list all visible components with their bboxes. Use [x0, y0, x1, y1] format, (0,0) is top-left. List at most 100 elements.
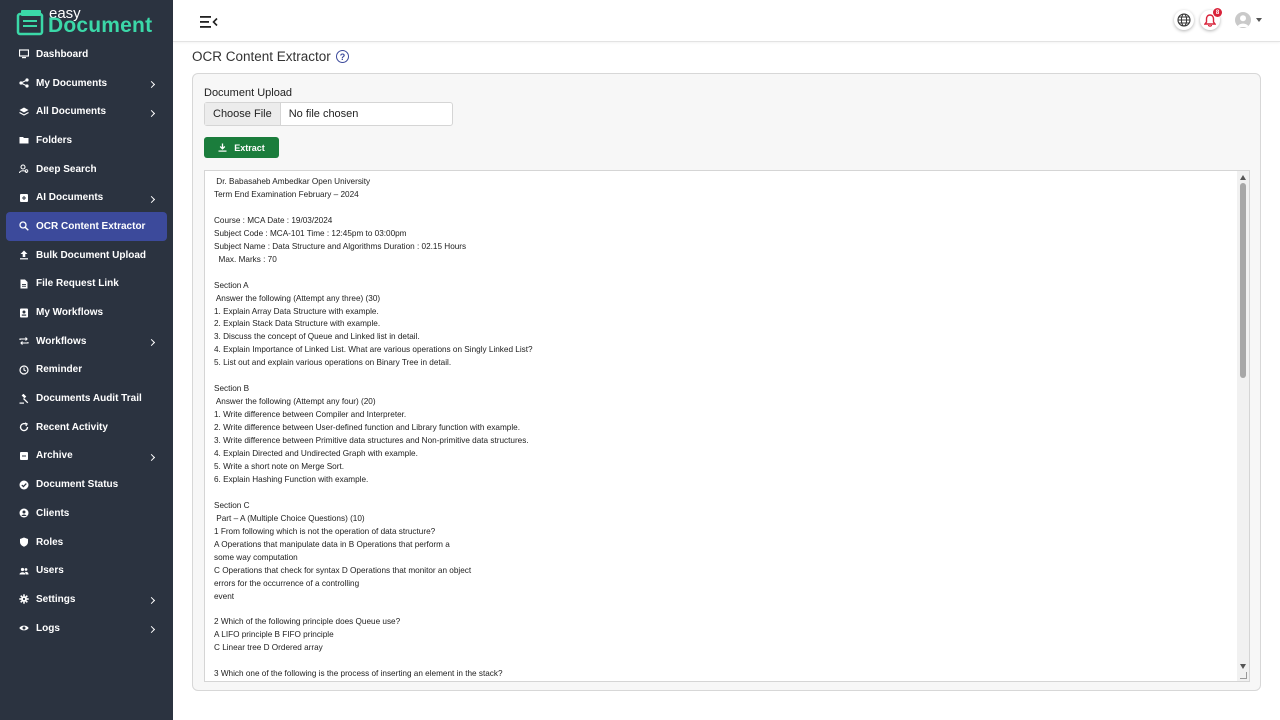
- text-line: C Operations that check for syntax D Ope…: [214, 565, 472, 575]
- chevron-right-icon: [147, 597, 156, 605]
- text-line: 3 Which one of the following is the proc…: [214, 669, 503, 679]
- text-line: 4. Explain Directed and Undirected Graph…: [214, 449, 418, 459]
- chevron-right-icon: [147, 453, 156, 462]
- extract-button-label: Extract: [234, 142, 265, 153]
- sidebar-item-label: Users: [36, 565, 64, 577]
- sidebar-item-ocr-content-extractor[interactable]: OCR Content Extractor: [6, 212, 167, 241]
- app-logo[interactable]: easy Document: [16, 5, 166, 38]
- gavel-icon: [19, 393, 29, 404]
- check-circle-icon: [19, 480, 29, 490]
- sidebar-item-recent-activity[interactable]: Recent Activity: [0, 413, 173, 442]
- caret-down-icon[interactable]: [1256, 18, 1262, 22]
- person-search-icon: [19, 164, 29, 174]
- sidebar-item-settings[interactable]: Settings: [0, 585, 173, 614]
- user-avatar-icon[interactable]: [1235, 12, 1251, 28]
- text-line: 3. Discuss the concept of Queue and Link…: [214, 332, 420, 342]
- sidebar-item-label: Bulk Document Upload: [36, 249, 147, 261]
- text-line: [214, 267, 1224, 280]
- text-line: 2 Which of the following principle does …: [214, 617, 401, 627]
- text-line: A LIFO principle B FIFO principle: [214, 630, 334, 640]
- upload-icon: [19, 250, 29, 260]
- scroll-up-arrow[interactable]: [1240, 175, 1246, 180]
- sidebar-item-label: Logs: [36, 622, 60, 634]
- sidebar-item-ai-documents[interactable]: AI Documents: [0, 183, 173, 212]
- text-line: Subject Code : MCA-101 Time : 12:45pm to…: [214, 228, 407, 238]
- text-line: Dr. Babasaheb Ambedkar Open University: [214, 177, 371, 186]
- sidebar-item-roles[interactable]: Roles: [0, 528, 173, 557]
- chevron-right-icon: [147, 195, 156, 203]
- workflow-icon: [19, 308, 29, 318]
- text-line: 5. List out and explain various operatio…: [214, 358, 452, 368]
- language-button[interactable]: [1174, 10, 1194, 30]
- clock-icon: [19, 365, 29, 375]
- vertical-scrollbar[interactable]: [1237, 171, 1249, 681]
- scroll-thumb[interactable]: [1240, 183, 1246, 378]
- eye-icon: [19, 623, 29, 633]
- resize-handle[interactable]: [1240, 672, 1247, 679]
- text-line: Subject Name : Data Structure and Algori…: [214, 241, 467, 251]
- sidebar-item-my-workflows[interactable]: My Workflows: [0, 298, 173, 327]
- text-line: event: [214, 591, 235, 601]
- sidebar-item-workflows[interactable]: Workflows: [0, 327, 173, 356]
- choose-file-button[interactable]: Choose File: [205, 103, 281, 125]
- chevron-right-icon: [147, 626, 156, 634]
- question-circle-icon[interactable]: ?: [336, 50, 349, 63]
- search-icon: [19, 221, 29, 232]
- sidebar-item-dashboard[interactable]: Dashboard: [0, 40, 173, 69]
- text-line: Answer the following (Attempt any three)…: [214, 293, 381, 303]
- sidebar-item-document-status[interactable]: Document Status: [0, 470, 173, 499]
- file-status-text: No file chosen: [288, 108, 359, 120]
- scroll-down-arrow[interactable]: [1240, 664, 1246, 669]
- globe-icon: [1177, 13, 1191, 27]
- sidebar-item-bulk-document-upload[interactable]: Bulk Document Upload: [0, 241, 173, 270]
- sidebar-item-documents-audit-trail[interactable]: Documents Audit Trail: [0, 384, 173, 413]
- extracted-text-area[interactable]: Dr. Babasaheb Ambedkar Open University Te…: [204, 170, 1250, 682]
- sidebar-menu: Dashboard My Documents All Documents Fol…: [0, 40, 173, 642]
- text-line: C Linear tree D Ordered array: [214, 643, 323, 653]
- share-icon: [19, 78, 29, 88]
- sidebar-item-folders[interactable]: Folders: [0, 126, 173, 155]
- file-upload-input[interactable]: Choose File No file chosen: [204, 102, 453, 126]
- ocr-form-card: Document Upload Choose File No file chos…: [192, 73, 1261, 691]
- sidebar-item-label: OCR Content Extractor: [36, 220, 146, 232]
- sidebar-item-label: Dashboard: [36, 48, 89, 60]
- text-line: some way computation: [214, 552, 298, 562]
- user-circle-icon: [19, 508, 29, 518]
- extract-button[interactable]: Extract: [204, 137, 279, 158]
- extracted-text: Dr. Babasaheb Ambedkar Open University Te…: [214, 176, 1224, 681]
- sidebar-item-users[interactable]: Users: [0, 556, 173, 585]
- logo-icon: [16, 10, 44, 36]
- sidebar-item-logs[interactable]: Logs: [0, 614, 173, 643]
- sidebar-item-reminder[interactable]: Reminder: [0, 356, 173, 385]
- refresh-icon: [19, 422, 29, 432]
- text-line: Section C: [214, 500, 250, 510]
- sidebar-item-label: Folders: [36, 134, 73, 146]
- notification-badge: 8: [1213, 8, 1222, 17]
- menu-collapse-icon[interactable]: [200, 15, 218, 29]
- text-line: [214, 487, 1224, 500]
- top-bar: 8: [173, 0, 1280, 42]
- sidebar-item-my-documents[interactable]: My Documents: [0, 69, 173, 98]
- chevron-right-icon: [147, 109, 156, 117]
- text-line: 3. Write difference between Primitive da…: [214, 436, 529, 446]
- text-line: 2. Explain Stack Data Structure with exa…: [214, 319, 381, 329]
- sidebar-item-file-request-link[interactable]: File Request Link: [0, 270, 173, 299]
- text-line: Section A: [214, 280, 249, 290]
- layers-icon: [19, 107, 29, 117]
- sidebar-item-all-documents[interactable]: All Documents: [0, 97, 173, 126]
- document-upload-label: Document Upload: [204, 87, 293, 99]
- sidebar-item-deep-search[interactable]: Deep Search: [0, 155, 173, 184]
- chevron-right-icon: [147, 339, 156, 347]
- text-line: 2. Write difference between User-defined…: [214, 423, 520, 433]
- text-line: errors for the occurrence of a controlli…: [214, 578, 360, 588]
- sidebar-item-label: Settings: [36, 593, 76, 605]
- notifications-button[interactable]: 8: [1200, 8, 1222, 30]
- sidebar: easy Document Dashboard My Documents All…: [0, 0, 173, 720]
- sidebar-item-archive[interactable]: Archive: [0, 442, 173, 471]
- sidebar-item-label: Archive: [36, 450, 73, 462]
- text-line: 6. Explain Hashing Function with example…: [214, 474, 369, 484]
- folder-icon: [19, 135, 29, 145]
- sidebar-item-label: Reminder: [36, 364, 83, 376]
- text-line: 4. Explain Importance of Linked List. Wh…: [214, 345, 533, 355]
- sidebar-item-clients[interactable]: Clients: [0, 499, 173, 528]
